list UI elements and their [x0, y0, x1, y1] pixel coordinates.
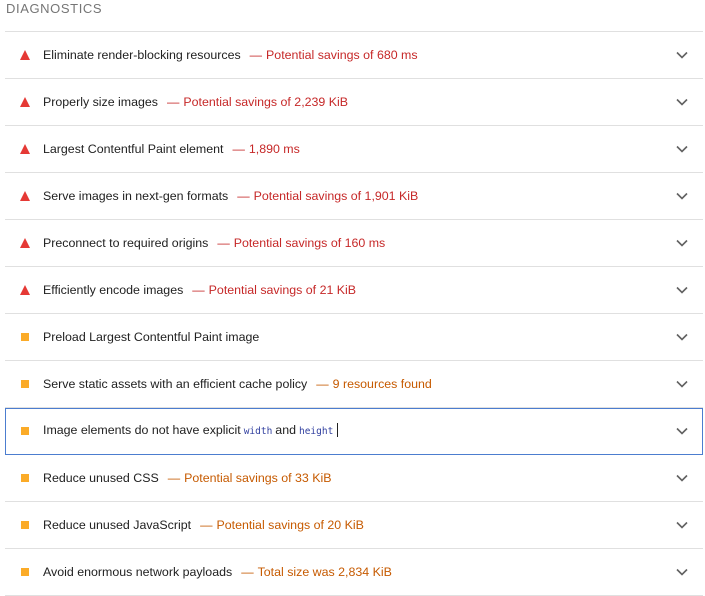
separator: —: [167, 95, 180, 109]
chevron-down-icon[interactable]: [675, 424, 689, 438]
audit-detail: Potential savings of 160 ms: [233, 236, 386, 250]
audit-title: Image elements do not have explicit: [43, 423, 241, 437]
code-width: width: [243, 426, 273, 437]
orange-square-icon: [19, 519, 31, 531]
warning-triangle-icon: [19, 237, 31, 249]
orange-square-icon: [19, 472, 31, 484]
separator: —: [316, 377, 329, 391]
audit-row-next-gen-formats[interactable]: Serve images in next-gen formats — Potenti…: [5, 173, 703, 220]
chevron-down-icon[interactable]: [675, 48, 689, 62]
audit-title: Largest Contentful Paint element: [43, 142, 224, 156]
separator: —: [232, 142, 245, 156]
orange-square-icon: [19, 425, 31, 437]
audit-detail: Potential savings of 20 KiB: [216, 518, 364, 532]
chevron-down-icon[interactable]: [675, 283, 689, 297]
audit-row-preconnect[interactable]: Preconnect to required origins — Potential…: [5, 220, 703, 267]
orange-square-icon: [19, 566, 31, 578]
separator: —: [237, 189, 250, 203]
audit-detail: Potential savings of 2,239 KiB: [183, 95, 349, 109]
audit-title: Preconnect to required origins: [43, 236, 209, 250]
orange-square-icon: [19, 331, 31, 343]
text-cursor: [337, 423, 339, 437]
separator: —: [217, 236, 230, 250]
audit-detail: Total size was 2,834 KiB: [257, 565, 392, 579]
audit-detail: Potential savings of 680 ms: [266, 48, 418, 62]
chevron-down-icon[interactable]: [675, 330, 689, 344]
audit-title: Efficiently encode images: [43, 283, 184, 297]
orange-square-icon: [19, 378, 31, 390]
separator: —: [167, 471, 181, 485]
warning-triangle-icon: [19, 96, 31, 108]
warning-triangle-icon: [19, 49, 31, 61]
audit-row-unused-js[interactable]: Reduce unused JavaScript — Potential savin…: [5, 502, 703, 549]
audit-title: Avoid enormous network payloads: [43, 565, 233, 579]
chevron-down-icon[interactable]: [675, 95, 689, 109]
audit-row-lcp-element[interactable]: Largest Contentful Paint element —1,890 m…: [5, 126, 703, 173]
audit-row-network-payloads[interactable]: Avoid enormous network payloads — Total si…: [5, 549, 703, 596]
chevron-down-icon[interactable]: [675, 236, 689, 250]
audit-title: Serve images in next-gen formats: [43, 189, 229, 203]
audit-row-preload-lcp[interactable]: Preload Largest Contentful Paint image: [5, 314, 703, 361]
warning-triangle-icon: [19, 284, 31, 296]
audit-row-unused-css[interactable]: Reduce unused CSS — Potential savings of 3…: [5, 455, 703, 502]
chevron-down-icon[interactable]: [675, 518, 689, 532]
separator: —: [200, 518, 213, 532]
audit-row-encode-images[interactable]: Efficiently encode images — Potential savi…: [5, 267, 703, 314]
section-title: DIAGNOSTICS: [6, 1, 103, 16]
code-height: height: [298, 426, 334, 437]
audit-row-cache-policy[interactable]: Serve static assets with an efficient ca…: [5, 361, 703, 408]
audit-title: Preload Largest Contentful Paint image: [43, 330, 260, 344]
separator: —: [249, 48, 263, 62]
audit-detail: Potential savings of 1,901 KiB: [253, 189, 419, 203]
audit-detail: 9 resources found: [332, 377, 432, 391]
audit-title: Properly size images: [43, 95, 159, 109]
audit-list: Eliminate render-blocking resources — Pote…: [5, 31, 703, 596]
warning-triangle-icon: [19, 143, 31, 155]
chevron-down-icon[interactable]: [675, 471, 689, 485]
audit-detail: 1,890 ms: [248, 142, 300, 156]
audit-title: Reduce unused JavaScript: [43, 518, 192, 532]
separator: —: [241, 565, 254, 579]
chevron-down-icon[interactable]: [675, 142, 689, 156]
audit-title-and: and: [275, 423, 296, 437]
chevron-down-icon[interactable]: [675, 189, 689, 203]
separator: —: [192, 283, 205, 297]
audit-detail: Potential savings of 21 KiB: [208, 283, 357, 297]
audit-row-size-images[interactable]: Properly size images — Potential savings o…: [5, 79, 703, 126]
chevron-down-icon[interactable]: [675, 377, 689, 391]
chevron-down-icon[interactable]: [675, 565, 689, 579]
audit-title: Reduce unused CSS: [43, 471, 159, 485]
audit-row-unsized-images[interactable]: Image elements do not have explicit width…: [5, 408, 703, 455]
warning-triangle-icon: [19, 190, 31, 202]
audit-detail: Potential savings of 33 KiB: [184, 471, 332, 485]
audit-title: Eliminate render-blocking resources: [43, 48, 241, 62]
audit-row-render-blocking[interactable]: Eliminate render-blocking resources — Pote…: [5, 31, 703, 79]
audit-title: Serve static assets with an efficient ca…: [43, 377, 308, 391]
